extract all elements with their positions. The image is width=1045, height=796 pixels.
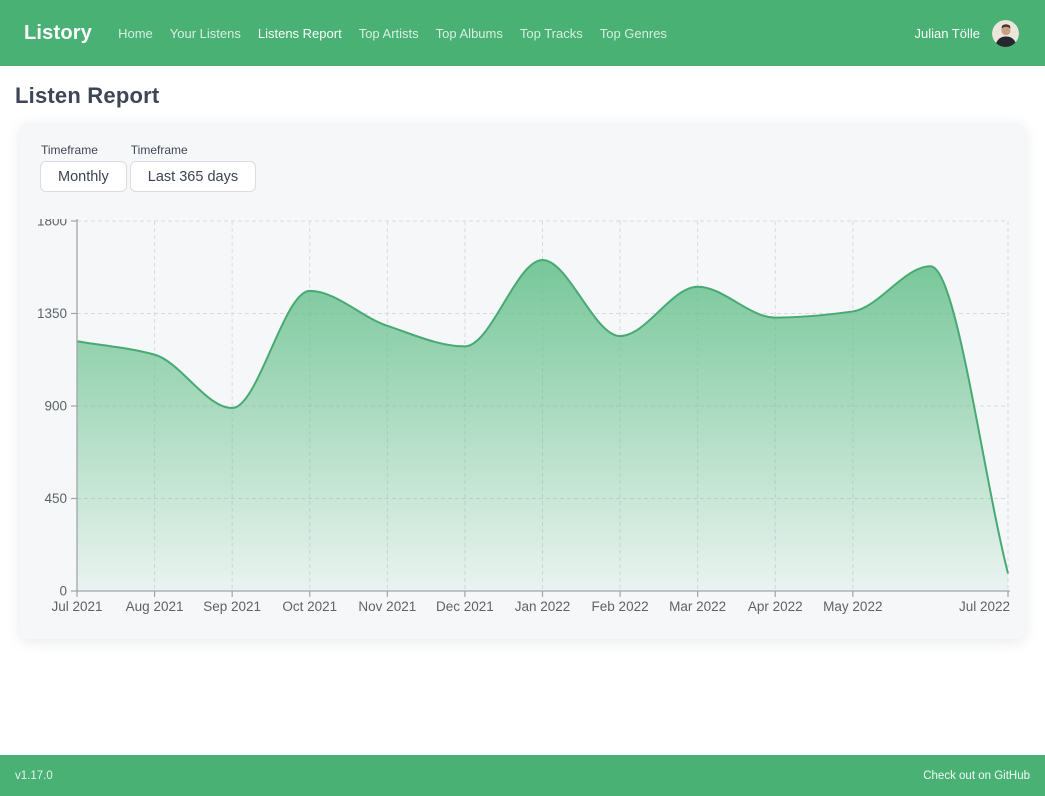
timeframe-range-control: Timeframe Last 365 days bbox=[130, 143, 256, 192]
svg-text:Jul 2022: Jul 2022 bbox=[959, 599, 1010, 614]
github-link[interactable]: Check out on GitHub bbox=[923, 770, 1030, 782]
nav-item-top-artists[interactable]: Top Artists bbox=[359, 26, 419, 41]
svg-text:450: 450 bbox=[44, 491, 67, 506]
user-avatar[interactable] bbox=[992, 20, 1019, 47]
nav-item-listens-report[interactable]: Listens Report bbox=[258, 26, 342, 41]
svg-text:Dec 2021: Dec 2021 bbox=[436, 599, 494, 614]
user-name: Julian Tölle bbox=[914, 26, 980, 41]
nav-menu: Home Your Listens Listens Report Top Art… bbox=[118, 26, 667, 41]
timeframe-type-label: Timeframe bbox=[41, 143, 127, 157]
timeframe-range-label: Timeframe bbox=[131, 143, 256, 157]
page-title: Listen Report bbox=[15, 83, 1045, 109]
svg-text:Jan 2022: Jan 2022 bbox=[515, 599, 571, 614]
svg-text:900: 900 bbox=[44, 399, 67, 414]
svg-text:1800: 1800 bbox=[37, 219, 67, 229]
nav-item-top-genres[interactable]: Top Genres bbox=[600, 26, 667, 41]
nav-item-your-listens[interactable]: Your Listens bbox=[170, 26, 241, 41]
svg-text:Apr 2022: Apr 2022 bbox=[748, 599, 803, 614]
nav-item-home[interactable]: Home bbox=[118, 26, 153, 41]
app-version: v1.17.0 bbox=[15, 770, 53, 782]
svg-text:0: 0 bbox=[59, 584, 67, 599]
timeframe-type-control: Timeframe Monthly bbox=[40, 143, 127, 192]
svg-text:Feb 2022: Feb 2022 bbox=[592, 599, 649, 614]
nav-item-top-tracks[interactable]: Top Tracks bbox=[520, 26, 583, 41]
chart-canvas[interactable]: 0 450 900 1350 1800 Jul 2021 Aug 2021 Sep 2021 O… bbox=[30, 219, 1015, 619]
timeframe-range-select[interactable]: Last 365 days bbox=[130, 161, 256, 192]
main-content: Listen Report Timeframe Monthly Timefram… bbox=[0, 66, 1045, 755]
svg-text:May 2022: May 2022 bbox=[823, 599, 882, 614]
svg-text:Mar 2022: Mar 2022 bbox=[669, 599, 726, 614]
top-navbar: Listory Home Your Listens Listens Report… bbox=[0, 0, 1045, 66]
timeframe-type-select[interactable]: Monthly bbox=[40, 161, 127, 192]
report-card: Timeframe Monthly Timeframe Last 365 day… bbox=[20, 123, 1025, 639]
svg-text:Nov 2021: Nov 2021 bbox=[358, 599, 416, 614]
footer-bar: v1.17.0 Check out on GitHub bbox=[0, 755, 1045, 796]
svg-text:1350: 1350 bbox=[37, 306, 67, 321]
nav-item-top-albums[interactable]: Top Albums bbox=[436, 26, 503, 41]
svg-text:Sep 2021: Sep 2021 bbox=[203, 599, 261, 614]
svg-text:Jul 2021: Jul 2021 bbox=[51, 599, 102, 614]
timeframe-controls: Timeframe Monthly Timeframe Last 365 day… bbox=[40, 143, 1025, 192]
svg-text:Oct 2021: Oct 2021 bbox=[282, 599, 337, 614]
nav-user-area: Julian Tölle bbox=[914, 20, 1019, 47]
listens-area-chart[interactable]: 0 450 900 1350 1800 Jul 2021 Aug 2021 Sep 2021 O… bbox=[30, 219, 1015, 619]
app-brand[interactable]: Listory bbox=[24, 22, 92, 45]
svg-text:Aug 2021: Aug 2021 bbox=[126, 599, 184, 614]
avatar-photo bbox=[992, 20, 1019, 47]
